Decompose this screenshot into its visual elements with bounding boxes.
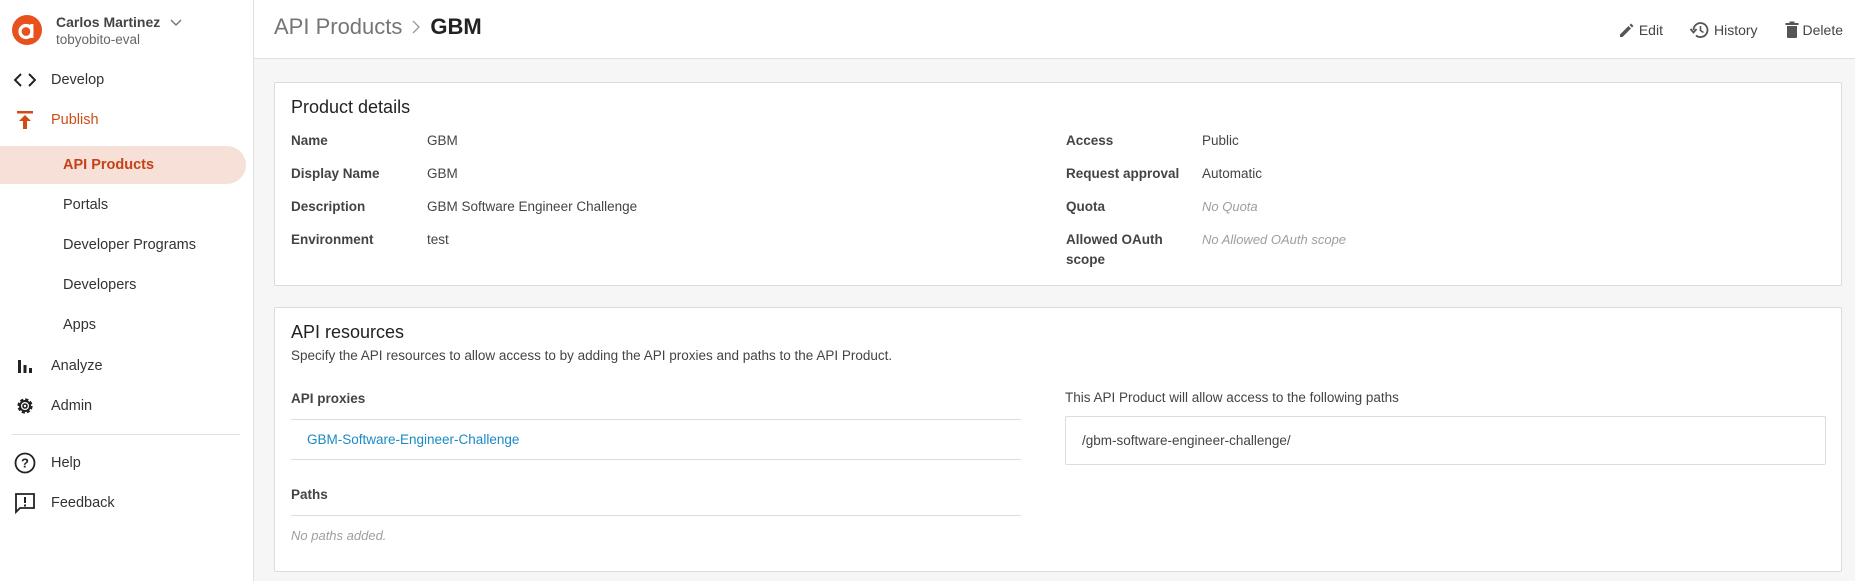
field-value: Automatic [1202,166,1263,181]
bar-chart-icon [13,354,37,378]
field-empty-value: No Allowed OAuth scope [1202,232,1347,247]
paths-empty-text: No paths added. [291,528,387,543]
svg-text:?: ? [21,456,29,471]
field-value: GBM [427,166,458,181]
sidebar-item-admin[interactable]: Admin [0,390,92,422]
product-details-card: Product details Name GBM Display Name GB… [274,82,1842,286]
sidebar-subitem-developer-programs[interactable]: Developer Programs [0,226,196,264]
apigee-logo-icon [12,15,42,45]
breadcrumb-parent-link[interactable]: API Products [274,14,402,40]
sidebar-item-publish[interactable]: Publish [0,104,99,136]
field-value: Public [1202,133,1239,148]
sidebar-subitem-developers[interactable]: Developers [0,266,136,304]
sidebar-item-label: Publish [51,112,99,128]
divider [291,459,1021,460]
publish-icon [13,108,37,132]
sidebar-item-develop[interactable]: Develop [0,64,104,96]
allowed-paths-label: This API Product will allow access to th… [1065,390,1399,405]
breadcrumb: API Products GBM [274,14,482,40]
account-org: tobyobito-eval [56,32,141,47]
sidebar-subitem-portals[interactable]: Portals [0,186,108,224]
field-label: Access [1066,133,1114,148]
help-circle-icon: ? [13,451,37,475]
field-label: Request approval [1066,166,1180,181]
field-label: Allowed OAuth scope [1066,232,1163,267]
page-header: API Products GBM Edit History Delete [254,0,1855,59]
sidebar-subitem-apps[interactable]: Apps [0,306,96,344]
sidebar-subitem-label: Developer Programs [63,237,196,253]
card-title: Product details [291,97,411,117]
trash-icon [1785,21,1799,38]
field-empty-value: No Quota [1202,199,1258,214]
allowed-paths-box: /gbm-software-engineer-challenge/ [1065,416,1826,465]
chevron-right-icon [412,20,421,34]
field-value: GBM [427,133,458,148]
sidebar-item-label: Analyze [51,358,103,374]
divider [291,515,1021,516]
pencil-icon [1619,23,1634,37]
account-name: Carlos Martinez [56,14,161,30]
api-proxies-label: API proxies [291,391,366,406]
sidebar-item-label: Develop [51,72,105,88]
sidebar-divider [12,434,240,435]
field-label: Description [291,199,366,214]
sidebar-subitem-label: Portals [63,197,109,213]
sidebar-item-label: Feedback [51,495,115,511]
main-content: API Products GBM Edit History Delete Pro… [254,0,1855,581]
page-title: GBM [430,14,482,39]
sidebar-subitem-label: API Products [63,157,155,173]
card-subtitle: Specify the API resources to allow acces… [291,348,893,363]
field-label: Name [291,133,328,148]
edit-button[interactable]: Edit [1618,21,1663,39]
field-label: Quota [1066,199,1105,214]
field-label: Environment [291,232,374,247]
sidebar-item-label: Help [51,455,81,471]
gear-icon [13,394,37,418]
divider [291,419,1021,420]
api-proxy-link[interactable]: GBM-Software-Engineer-Challenge [307,432,519,447]
sidebar-item-analyze[interactable]: Analyze [0,350,103,382]
paths-label: Paths [291,487,328,502]
sidebar-item-help[interactable]: ? Help [0,447,81,479]
account-switcher[interactable]: Carlos Martinez tobyobito-eval [0,0,253,60]
delete-button[interactable]: Delete [1784,21,1843,39]
history-icon [1689,22,1709,38]
card-title: API resources [291,322,405,342]
sidebar-item-feedback[interactable]: Feedback [0,487,115,519]
sidebar-item-label: Admin [51,398,93,414]
field-value: GBM Software Engineer Challenge [427,199,638,214]
sidebar-subitem-label: Developers [63,277,137,293]
history-label: History [1713,22,1758,38]
allowed-path: /gbm-software-engineer-challenge/ [1082,433,1291,448]
edit-label: Edit [1638,22,1663,38]
code-icon [13,68,37,92]
sidebar: Carlos Martinez tobyobito-eval Develop P… [0,0,254,581]
sidebar-subitem-label: Apps [63,317,97,333]
chevron-down-icon[interactable] [170,19,182,27]
header-actions: Edit History Delete [1592,20,1843,40]
api-resources-card: API resources Specify the API resources … [274,307,1842,572]
history-button[interactable]: History [1689,20,1758,40]
delete-label: Delete [1802,22,1843,38]
field-label: Display Name [291,166,380,181]
feedback-icon [13,491,37,515]
field-value: test [427,232,449,247]
sidebar-subitem-api-products[interactable]: API Products [0,146,246,184]
app-root: Carlos Martinez tobyobito-eval Develop P… [0,0,1855,581]
